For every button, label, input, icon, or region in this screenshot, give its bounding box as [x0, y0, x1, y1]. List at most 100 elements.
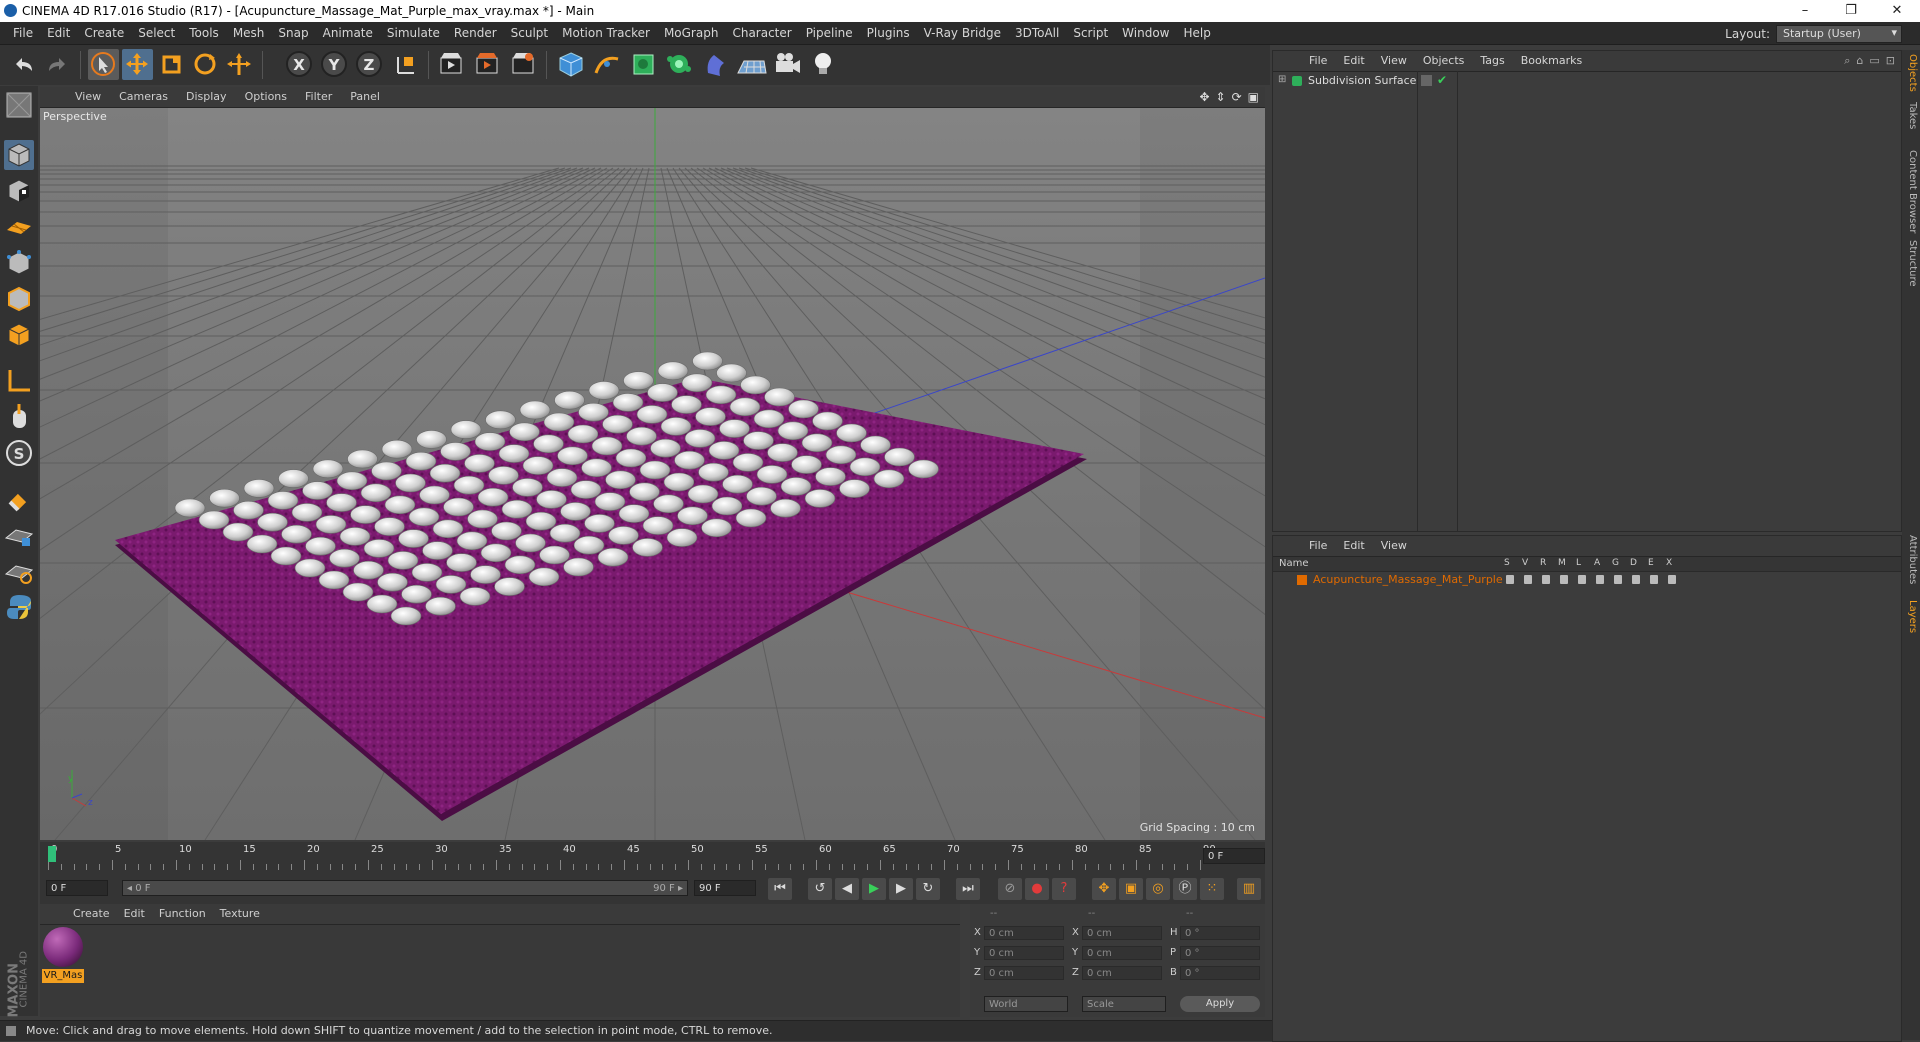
- lock-icon[interactable]: [1578, 575, 1586, 584]
- previous-frame-icon[interactable]: ◀: [835, 878, 859, 900]
- floor-environment-icon[interactable]: [736, 49, 767, 80]
- material-item[interactable]: VR_Mas: [42, 927, 84, 985]
- key-rotation-icon[interactable]: ◎: [1146, 878, 1170, 900]
- go-to-start-icon[interactable]: ⏮: [768, 878, 792, 900]
- home-icon[interactable]: ⌂: [1856, 54, 1863, 68]
- coord-value-field[interactable]: 0 cm: [984, 966, 1064, 980]
- python-script-icon[interactable]: [4, 592, 34, 622]
- menu-3dtoall[interactable]: 3DToAll: [1008, 26, 1066, 40]
- frame-ruler[interactable]: 051015202530354045505560657075808590: [48, 842, 1216, 872]
- workplane-lock-icon[interactable]: [4, 520, 34, 550]
- move-view-icon[interactable]: ⇕: [1216, 90, 1226, 104]
- points-mode-icon[interactable]: [4, 248, 34, 278]
- model-mode-icon[interactable]: [4, 140, 34, 170]
- key-parameter-icon[interactable]: Ⓟ: [1173, 878, 1197, 900]
- light-bulb-icon[interactable]: [808, 49, 839, 80]
- checkmark-enabled-icon[interactable]: ✔: [1437, 73, 1447, 87]
- coord-value-field[interactable]: 0 cm: [984, 946, 1064, 960]
- viewport-menu-cameras[interactable]: Cameras: [110, 90, 177, 103]
- menu-mesh[interactable]: Mesh: [226, 26, 272, 40]
- layer-menu-view[interactable]: View: [1373, 539, 1415, 552]
- axis-mode-icon[interactable]: [4, 366, 34, 396]
- viewport-menu-display[interactable]: Display: [177, 90, 236, 103]
- menu-sculpt[interactable]: Sculpt: [504, 26, 555, 40]
- rotate-tool-icon[interactable]: [190, 49, 221, 80]
- menu-animate[interactable]: Animate: [316, 26, 380, 40]
- xref-icon[interactable]: [1668, 575, 1676, 584]
- layout-dropdown[interactable]: Startup (User): [1776, 25, 1902, 43]
- coord-value-field[interactable]: 0 °: [1180, 926, 1260, 940]
- transform-tool-icon[interactable]: [224, 49, 255, 80]
- side-tab-structure[interactable]: Structure: [1904, 240, 1918, 287]
- play-forward-icon[interactable]: ▶: [862, 878, 886, 900]
- viewport-menu-panel[interactable]: Panel: [341, 90, 389, 103]
- make-editable-icon[interactable]: [4, 90, 34, 120]
- toggle-panel-icon[interactable]: ▣: [1248, 90, 1259, 104]
- move-tool-icon[interactable]: [122, 49, 153, 80]
- tweak-mode-icon[interactable]: [4, 402, 34, 432]
- expand-panel-icon[interactable]: ⊡: [1886, 54, 1895, 68]
- cube-primitive-icon[interactable]: [556, 49, 587, 80]
- deformers-icon[interactable]: [1632, 575, 1640, 584]
- camera-icon[interactable]: [772, 49, 803, 80]
- animation-icon[interactable]: [1596, 575, 1604, 584]
- menu-edit[interactable]: Edit: [40, 26, 77, 40]
- search-icon[interactable]: ⌕: [1844, 54, 1850, 68]
- workplane-mode-icon[interactable]: [4, 212, 34, 242]
- close-button[interactable]: ✕: [1874, 0, 1920, 22]
- menu-motion-tracker[interactable]: Motion Tracker: [555, 26, 657, 40]
- go-to-end-icon[interactable]: ⏭: [956, 878, 980, 900]
- redo-icon[interactable]: [42, 49, 73, 80]
- object-menu-view[interactable]: View: [1373, 54, 1415, 67]
- menu-character[interactable]: Character: [725, 26, 798, 40]
- render-view-icon[interactable]: [436, 49, 467, 80]
- render-settings-icon[interactable]: [508, 49, 539, 80]
- object-menu-edit[interactable]: Edit: [1335, 54, 1372, 67]
- menu-render[interactable]: Render: [447, 26, 504, 40]
- next-frame-icon[interactable]: ▶: [889, 878, 913, 900]
- x-axis-lock-icon[interactable]: X: [284, 49, 315, 80]
- polygons-mode-icon[interactable]: [4, 320, 34, 350]
- perspective-viewport[interactable]: Perspective y z Grid Spacing : 10 cm: [40, 108, 1265, 840]
- layer-row[interactable]: Acupuncture_Massage_Mat_Purple: [1273, 572, 1901, 588]
- menu-snap[interactable]: Snap: [271, 26, 315, 40]
- coord-value-field[interactable]: 0 °: [1180, 966, 1260, 980]
- playhead[interactable]: [48, 846, 56, 862]
- end-frame-field[interactable]: 90 F: [694, 880, 756, 896]
- side-tab-objects[interactable]: Objects: [1904, 54, 1918, 92]
- coord-value-field[interactable]: 0 cm: [1082, 966, 1162, 980]
- generators-icon[interactable]: [1614, 575, 1622, 584]
- menu-select[interactable]: Select: [131, 26, 182, 40]
- coord-value-field[interactable]: 0 °: [1180, 946, 1260, 960]
- y-axis-lock-icon[interactable]: Y: [319, 49, 350, 80]
- coord-value-field[interactable]: 0 cm: [1082, 946, 1162, 960]
- snap-icon[interactable]: S: [4, 438, 34, 468]
- pan-view-icon[interactable]: ✥: [1199, 90, 1209, 104]
- side-tab-content-browser[interactable]: Content Browser: [1904, 150, 1918, 233]
- maximize-button[interactable]: ❐: [1828, 0, 1874, 22]
- side-tab-takes[interactable]: Takes: [1904, 102, 1918, 129]
- manager-icon[interactable]: [1560, 575, 1568, 584]
- timeline-ruler[interactable]: 051015202530354045505560657075808590 0 F: [40, 842, 1265, 872]
- expressions-icon[interactable]: [1650, 575, 1658, 584]
- coordinate-mode-dropdown[interactable]: World: [984, 996, 1068, 1012]
- size-mode-dropdown[interactable]: Scale: [1082, 996, 1166, 1012]
- previous-key-icon[interactable]: ↺: [808, 878, 832, 900]
- menu-file[interactable]: File: [6, 26, 40, 40]
- layer-color-swatch[interactable]: [1297, 575, 1307, 585]
- menu-script[interactable]: Script: [1066, 26, 1115, 40]
- spline-pen-icon[interactable]: [592, 49, 623, 80]
- menu-pipeline[interactable]: Pipeline: [799, 26, 860, 40]
- layer-menu-edit[interactable]: Edit: [1335, 539, 1372, 552]
- menu-window[interactable]: Window: [1115, 26, 1176, 40]
- material-menu-create[interactable]: Create: [66, 907, 117, 920]
- menu-tools[interactable]: Tools: [182, 26, 226, 40]
- coord-value-field[interactable]: 0 cm: [984, 926, 1064, 940]
- deformer-bend-icon[interactable]: [700, 49, 731, 80]
- object-menu-file[interactable]: File: [1301, 54, 1335, 67]
- key-pla-icon[interactable]: ⁙: [1200, 878, 1224, 900]
- object-menu-objects[interactable]: Objects: [1415, 54, 1473, 67]
- coordinate-system-icon[interactable]: [390, 49, 421, 80]
- enable-snap-magnet-icon[interactable]: [4, 484, 34, 514]
- array-cloner-icon[interactable]: [664, 49, 695, 80]
